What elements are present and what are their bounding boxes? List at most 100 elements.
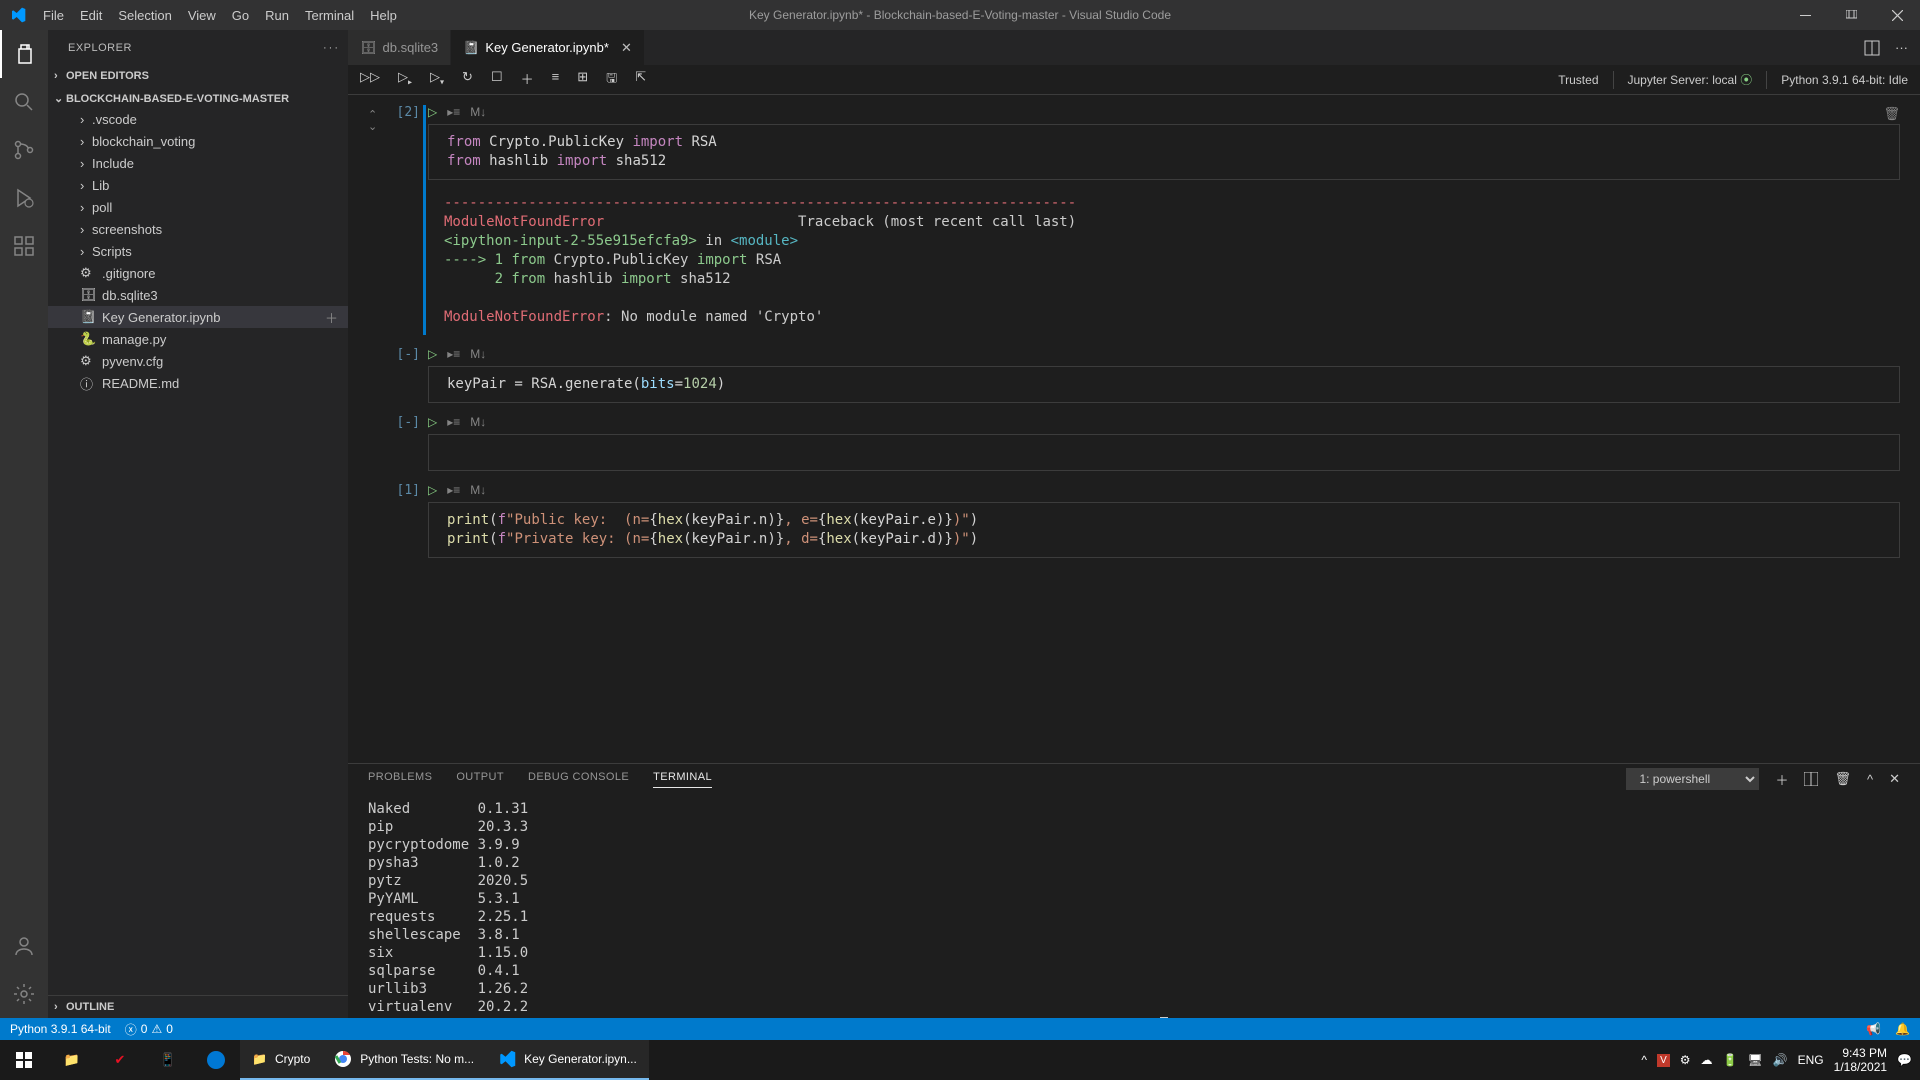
folder-scripts[interactable]: ›Scripts [48,240,348,262]
folder-blockchain-voting[interactable]: ›blockchain_voting [48,130,348,152]
task-folder-crypto[interactable]: 📁Crypto [240,1040,322,1080]
python-kernel-status[interactable]: Python 3.9.1 64-bit: Idle [1781,73,1908,87]
outline-section[interactable]: ›OUTLINE [48,998,348,1016]
terminal-output[interactable]: Naked 0.1.31 pip 20.3.3 pycryptodome 3.9… [348,794,1920,1018]
tray-notifications-icon[interactable]: 💬 [1897,1053,1912,1067]
interrupt-icon[interactable]: ☐ [491,69,503,91]
explorer-icon[interactable] [0,30,48,78]
status-python[interactable]: Python 3.9.1 64-bit [10,1021,111,1038]
folder-poll[interactable]: ›poll [48,196,348,218]
new-terminal-icon[interactable]: ＋ [1775,770,1788,789]
tray-steam-icon[interactable]: ⚙ [1680,1053,1691,1067]
run-above-icon[interactable]: ▷▸ [398,69,412,91]
tab-output[interactable]: OUTPUT [456,771,504,788]
tab-terminal[interactable]: TERMINAL [653,771,712,788]
notebook-editor[interactable]: ⌃⌄ [2] ▷▸≡M↓🗑 from Crypto.PublicKey impo… [348,95,1920,763]
restart-icon[interactable]: ↻ [462,69,473,91]
save-icon[interactable]: 🖫 [606,69,617,91]
split-terminal-icon[interactable] [1804,772,1818,786]
terminal-select[interactable]: 1: powershell [1626,768,1759,790]
run-by-line-icon[interactable]: ▸≡ [447,415,460,429]
bell-icon[interactable]: 🔔 [1895,1022,1910,1036]
tray-cloud-icon[interactable]: ☁ [1701,1053,1713,1067]
change-to-markdown-icon[interactable]: M↓ [470,105,486,119]
open-editors-section[interactable]: ›OPEN EDITORS [48,67,348,85]
tab-db-sqlite3[interactable]: 🗄db.sqlite3 [348,30,451,65]
folder-include[interactable]: ›Include [48,152,348,174]
tray-clock[interactable]: 9:43 PM1/18/2021 [1834,1046,1887,1074]
task-app1-icon[interactable]: ✔ [96,1040,144,1080]
folder-vscode[interactable]: ›.vscode [48,108,348,130]
export-icon[interactable]: ⇱ [635,69,646,91]
run-all-icon[interactable]: ▷▷ [360,69,380,91]
start-button[interactable] [0,1040,48,1080]
menu-view[interactable]: View [180,3,224,28]
jupyter-server-status[interactable]: Jupyter Server: local ⦿ [1628,71,1753,88]
file-db-sqlite3[interactable]: 🗄db.sqlite3 [48,284,348,306]
code-editor[interactable] [428,435,1900,471]
task-app2-icon[interactable]: 📱 [144,1040,192,1080]
variable-icon[interactable]: ⊞ [577,69,588,91]
add-cell-icon[interactable]: ＋ [521,69,534,91]
change-to-markdown-icon[interactable]: M↓ [470,347,486,361]
tab-debug-console[interactable]: DEBUG CONSOLE [528,771,629,788]
folder-screenshots[interactable]: ›screenshots [48,218,348,240]
run-by-line-icon[interactable]: ▸≡ [447,483,460,497]
menu-terminal[interactable]: Terminal [297,3,362,28]
tab-problems[interactable]: PROBLEMS [368,771,432,788]
collapse-up-icon[interactable]: ⌃ [368,109,377,121]
add-cell-icon[interactable]: ＋ [325,308,338,327]
tray-volume-icon[interactable]: 🔊 [1773,1053,1788,1067]
file-manage-py[interactable]: 🐍manage.py [48,328,348,350]
minimize-button[interactable] [1782,0,1828,30]
run-cell-icon[interactable]: ▷ [428,415,437,429]
code-editor[interactable]: keyPair = RSA.generate(bits=1024) [428,367,1900,403]
task-edge-icon[interactable] [192,1040,240,1080]
file-gitignore[interactable]: ⚙.gitignore [48,262,348,284]
tray-battery-icon[interactable]: 🔋 [1723,1053,1738,1067]
task-vscode[interactable]: Key Generator.ipyn... [486,1040,649,1080]
menu-help[interactable]: Help [362,3,405,28]
trust-indicator[interactable]: Trusted [1558,73,1598,87]
run-by-line-icon[interactable]: ▸≡ [447,347,460,361]
folder-lib[interactable]: ›Lib [48,174,348,196]
delete-cell-icon[interactable]: 🗑 [1883,106,1900,122]
close-panel-icon[interactable]: ✕ [1889,771,1900,787]
kill-terminal-icon[interactable]: 🗑 [1834,771,1851,787]
extensions-icon[interactable] [0,222,48,270]
close-tab-icon[interactable]: ✕ [621,40,632,56]
run-cell-icon[interactable]: ▷ [428,483,437,497]
run-debug-icon[interactable] [0,174,48,222]
close-button[interactable] [1874,0,1920,30]
tray-icon-1[interactable]: V [1657,1054,1670,1067]
search-icon[interactable] [0,78,48,126]
file-key-generator[interactable]: 📓Key Generator.ipynb＋ [48,306,348,328]
menu-run[interactable]: Run [257,3,297,28]
task-explorer-icon[interactable]: 📁 [48,1040,96,1080]
maximize-panel-icon[interactable]: ^ [1867,772,1873,787]
code-editor[interactable]: print(f"Public key: (n={hex(keyPair.n)},… [428,503,1900,558]
collapse-down-icon[interactable]: ⌄ [368,121,377,133]
run-cell-icon[interactable]: ▷ [428,105,437,119]
tray-lang[interactable]: ENG [1798,1053,1824,1067]
editor-more-icon[interactable]: ··· [1895,40,1908,56]
run-below-icon[interactable]: ▷▾ [430,69,444,91]
maximize-button[interactable] [1828,0,1874,30]
explorer-more-icon[interactable]: ··· [323,42,340,54]
change-to-markdown-icon[interactable]: M↓ [470,483,486,497]
tray-network-icon[interactable]: 🖥 [1747,1053,1762,1067]
change-to-markdown-icon[interactable]: M↓ [470,415,486,429]
file-pyvenv-cfg[interactable]: ⚙pyvenv.cfg [48,350,348,372]
settings-gear-icon[interactable] [0,970,48,1018]
code-editor[interactable]: from Crypto.PublicKey import RSA from ha… [428,125,1900,180]
task-chrome[interactable]: Python Tests: No m... [322,1040,486,1080]
split-editor-icon[interactable] [1864,40,1880,56]
tray-chevron-icon[interactable]: ^ [1641,1053,1647,1067]
menu-selection[interactable]: Selection [110,3,179,28]
menu-edit[interactable]: Edit [72,3,110,28]
run-cell-icon[interactable]: ▷ [428,347,437,361]
tab-key-generator[interactable]: 📓Key Generator.ipynb*✕ [451,30,645,65]
account-icon[interactable] [0,922,48,970]
clear-output-icon[interactable]: ≡ [552,69,560,91]
run-by-line-icon[interactable]: ▸≡ [447,105,460,119]
